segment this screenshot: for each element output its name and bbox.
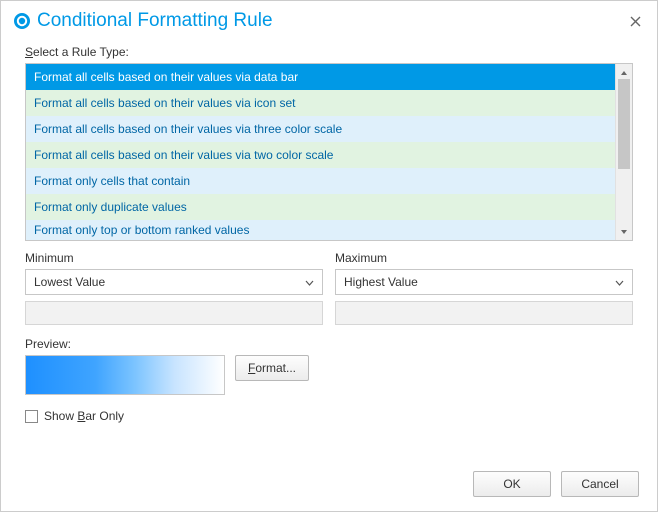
show-bar-only-row: Show Bar Only: [25, 409, 633, 423]
preview-label: Preview:: [25, 337, 633, 351]
rule-item-icon-set[interactable]: Format all cells based on their values v…: [26, 90, 615, 116]
scroll-down-button[interactable]: [618, 225, 631, 238]
scroll-up-button[interactable]: [618, 66, 631, 79]
preview-row: FFormat...ormat...: [25, 355, 633, 395]
maximum-select[interactable]: Highest Value: [335, 269, 633, 295]
show-bar-only-post: ar Only: [85, 409, 124, 423]
dialog-title: Conditional Formatting Rule: [37, 10, 623, 32]
app-icon: [13, 12, 31, 30]
preview-swatch: [25, 355, 225, 395]
cancel-button[interactable]: Cancel: [561, 471, 639, 497]
scroll-thumb[interactable]: [618, 79, 630, 169]
minimum-select-value: Lowest Value: [34, 275, 105, 289]
show-bar-only-pre: Show: [44, 409, 77, 423]
maximum-select-value: Highest Value: [344, 275, 418, 289]
rule-item-two-color-scale[interactable]: Format all cells based on their values v…: [26, 142, 615, 168]
show-bar-only-checkbox[interactable]: [25, 410, 38, 423]
scroll-track[interactable]: [616, 79, 632, 225]
rule-item-three-color-scale[interactable]: Format all cells based on their values v…: [26, 116, 615, 142]
show-bar-only-label[interactable]: Show Bar Only: [44, 409, 124, 423]
dialog-content: Select a Rule Type: Format all cells bas…: [1, 37, 657, 461]
minmax-labels: Minimum Lowest Value Maximum Highest Val…: [25, 251, 633, 295]
close-button[interactable]: [623, 9, 647, 33]
dialog-footer: OK Cancel: [1, 461, 657, 511]
chevron-down-icon: [615, 275, 624, 289]
rule-type-list-viewport: Format all cells based on their values v…: [26, 64, 615, 240]
select-rule-type-label: Select a Rule Type:: [25, 45, 633, 59]
conditional-formatting-dialog: Conditional Formatting Rule Select a Rul…: [0, 0, 658, 512]
select-rule-text: elect a Rule Type:: [33, 45, 129, 59]
rule-item-data-bar[interactable]: Format all cells based on their values v…: [26, 64, 615, 90]
minimum-label: Minimum: [25, 251, 323, 265]
minimum-input[interactable]: [25, 301, 323, 325]
rule-list-scrollbar[interactable]: [615, 64, 632, 240]
rule-item-duplicate-values[interactable]: Format only duplicate values: [26, 194, 615, 220]
chevron-down-icon: [305, 275, 314, 289]
format-button[interactable]: FFormat...ormat...: [235, 355, 309, 381]
ok-button[interactable]: OK: [473, 471, 551, 497]
minmax-inputs: [25, 301, 633, 325]
titlebar: Conditional Formatting Rule: [1, 1, 657, 37]
rule-item-top-bottom[interactable]: Format only top or bottom ranked values: [26, 220, 615, 240]
maximum-input[interactable]: [335, 301, 633, 325]
rule-type-list: Format all cells based on their values v…: [25, 63, 633, 241]
select-rule-mnemonic: S: [25, 45, 33, 59]
rule-item-cells-contain[interactable]: Format only cells that contain: [26, 168, 615, 194]
maximum-label: Maximum: [335, 251, 633, 265]
minimum-select[interactable]: Lowest Value: [25, 269, 323, 295]
